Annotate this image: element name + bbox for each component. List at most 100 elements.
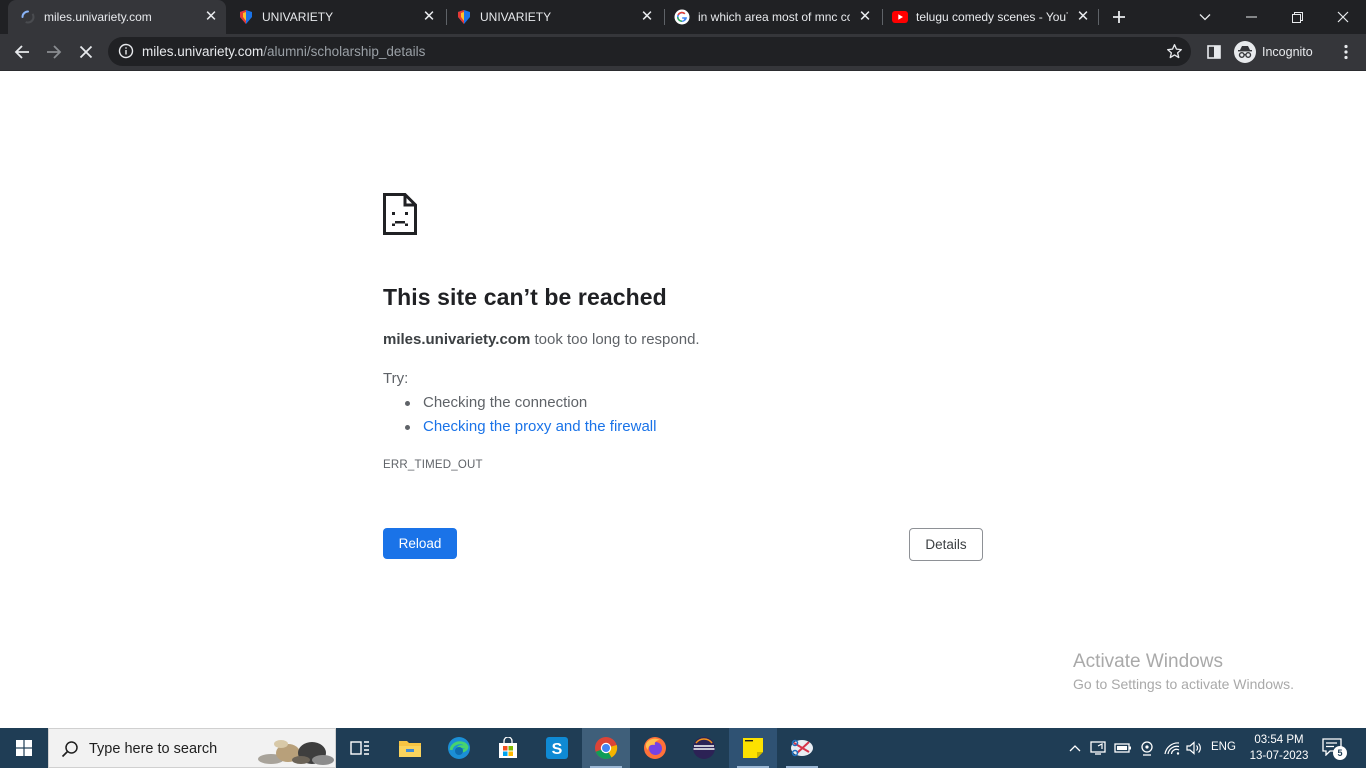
snipping-tool-button[interactable] — [778, 728, 826, 768]
tab-title: UNIVARIETY — [262, 10, 334, 24]
wifi-icon — [1164, 742, 1180, 755]
tab-univariety-2[interactable]: UNIVARIETY ✕ — [444, 0, 662, 34]
google-logo-icon — [674, 9, 690, 25]
restore-icon — [1291, 11, 1303, 23]
folder-icon — [399, 741, 421, 757]
firefox-logo-icon — [644, 737, 666, 759]
tab-close-icon[interactable]: ✕ — [639, 9, 655, 25]
loading-spinner-icon — [20, 9, 36, 25]
url-host: miles.univariety.com — [142, 44, 264, 59]
tab-close-icon[interactable]: ✕ — [857, 9, 873, 25]
tray-app-button[interactable] — [1088, 728, 1110, 768]
chrome-logo-icon — [595, 737, 618, 759]
incognito-profile-button[interactable]: Incognito — [1234, 39, 1313, 65]
battery-charging-icon — [1114, 743, 1131, 753]
notification-count-badge: 5 — [1333, 746, 1347, 760]
arrow-right-icon — [47, 45, 62, 59]
speaker-icon — [1186, 741, 1201, 755]
new-tab-button[interactable] — [1108, 6, 1130, 28]
tab-miles-univariety[interactable]: miles.univariety.com ✕ — [8, 0, 226, 34]
edge-button[interactable] — [435, 728, 483, 768]
tab-youtube[interactable]: telugu comedy scenes - YouT ✕ — [880, 0, 1098, 34]
volume-button[interactable] — [1184, 728, 1206, 768]
error-title: This site can’t be reached — [383, 284, 667, 310]
eclipse-button[interactable] — [680, 728, 728, 768]
start-button[interactable] — [0, 728, 48, 768]
univariety-logo-icon — [238, 9, 254, 25]
suggestion-link-text[interactable]: Checking the proxy and the firewall — [423, 418, 656, 435]
browser-menu-button[interactable] — [1332, 38, 1360, 66]
action-center-button[interactable]: 5 — [1322, 738, 1347, 760]
meet-now-button[interactable] — [1136, 728, 1158, 768]
show-hidden-icons-button[interactable] — [1066, 728, 1084, 768]
network-button[interactable] — [1160, 728, 1184, 768]
incognito-icon — [1234, 41, 1256, 63]
battery-button[interactable] — [1112, 728, 1134, 768]
search-placeholder: Type here to search — [89, 741, 218, 757]
close-icon — [1337, 11, 1349, 23]
tab-title: UNIVARIETY — [480, 10, 552, 24]
close-window-button[interactable] — [1320, 0, 1366, 34]
more-vertical-icon — [1344, 44, 1348, 60]
chevron-down-icon — [1199, 14, 1211, 21]
tab-title: miles.univariety.com — [44, 10, 152, 24]
activate-windows-watermark: Activate Windows Go to Settings to activ… — [1073, 651, 1294, 694]
screen-share-icon — [1090, 741, 1106, 755]
error-message: miles.univariety.com took too long to re… — [383, 331, 700, 348]
browser-toolbar: miles.univariety.com/alumni/scholarship_… — [0, 34, 1366, 71]
tab-google-search[interactable]: in which area most of mnc co ✕ — [662, 0, 880, 34]
sticky-notes-button[interactable] — [729, 728, 777, 768]
watermark-title: Activate Windows — [1073, 651, 1223, 672]
screen: miles.univariety.com ✕ UNIVARIETY ✕ UNIV… — [0, 0, 1366, 768]
youtube-logo-icon — [892, 9, 908, 25]
svg-text:S: S — [552, 741, 563, 758]
skype-button[interactable]: S — [533, 728, 581, 768]
sad-page-icon — [383, 193, 417, 235]
tab-close-icon[interactable]: ✕ — [1075, 9, 1091, 25]
bookmark-star-icon[interactable] — [1166, 43, 1183, 60]
search-highlight-stones-icon — [258, 740, 334, 765]
univariety-logo-icon — [456, 9, 472, 25]
tab-title: telugu comedy scenes - YouT — [916, 10, 1068, 24]
windows-taskbar: Type here to search S ENG 03:54 PM 13-07… — [0, 728, 1366, 768]
tab-univariety-1[interactable]: UNIVARIETY ✕ — [226, 0, 444, 34]
file-explorer-button[interactable] — [386, 728, 434, 768]
task-view-button[interactable] — [336, 728, 384, 768]
snipping-tool-icon — [791, 739, 813, 757]
url-text[interactable]: miles.univariety.com/alumni/scholarship_… — [142, 44, 425, 59]
tab-search-button[interactable] — [1182, 0, 1228, 34]
tab-title: in which area most of mnc co — [698, 10, 850, 24]
tab-close-icon[interactable]: ✕ — [203, 9, 219, 25]
skype-logo-icon: S — [546, 737, 568, 759]
firefox-button[interactable] — [631, 728, 679, 768]
tab-strip: miles.univariety.com ✕ UNIVARIETY ✕ UNIV… — [0, 0, 1366, 34]
forward-button[interactable] — [40, 38, 68, 66]
taskbar-search-box[interactable]: Type here to search — [48, 728, 336, 768]
windows-logo-icon — [16, 740, 32, 756]
try-label: Try: — [383, 370, 409, 387]
reload-button[interactable]: Reload — [383, 528, 457, 559]
back-button[interactable] — [8, 38, 36, 66]
chrome-button[interactable] — [582, 728, 630, 768]
restore-button[interactable] — [1274, 0, 1320, 34]
error-code: ERR_TIMED_OUT — [383, 459, 483, 471]
error-page: This site can’t be reached miles.univari… — [0, 71, 1366, 728]
suggestion-text: Checking the connection — [423, 394, 588, 411]
incognito-label: Incognito — [1262, 45, 1313, 59]
stop-loading-button[interactable] — [72, 38, 100, 66]
microsoft-store-button[interactable] — [484, 728, 532, 768]
chevron-up-icon — [1069, 745, 1081, 752]
url-path: /alumni/scholarship_details — [263, 44, 426, 59]
info-icon[interactable] — [118, 43, 134, 59]
minimize-button[interactable] — [1228, 0, 1274, 34]
address-bar[interactable]: miles.univariety.com/alumni/scholarship_… — [108, 37, 1191, 66]
tab-close-icon[interactable]: ✕ — [421, 9, 437, 25]
error-host: miles.univariety.com — [383, 331, 531, 348]
system-clock[interactable]: 03:54 PM 13-07-2023 — [1244, 732, 1314, 764]
input-language-indicator[interactable]: ENG — [1211, 741, 1236, 753]
webcam-icon — [1141, 741, 1153, 756]
side-panel-button[interactable] — [1200, 38, 1228, 66]
task-view-icon — [350, 741, 369, 755]
details-button[interactable]: Details — [909, 528, 983, 561]
sticky-note-icon — [743, 738, 763, 758]
